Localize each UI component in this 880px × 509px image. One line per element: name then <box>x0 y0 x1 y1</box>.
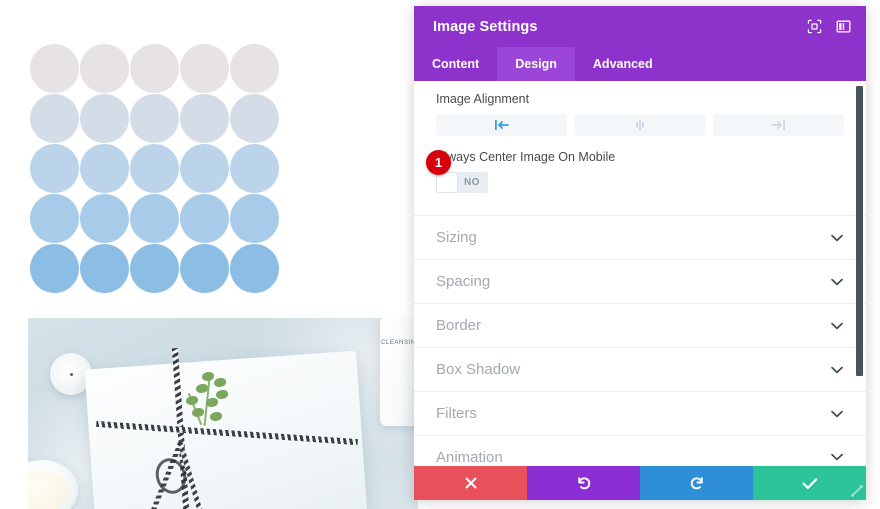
dot-circle <box>230 44 279 93</box>
dot-circle <box>30 144 79 193</box>
accordion-box-shadow-label: Box Shadow <box>436 361 521 378</box>
dot-circle <box>230 194 279 243</box>
undo-button[interactable] <box>527 466 640 500</box>
dot-circle <box>130 44 179 93</box>
dot-circle <box>30 94 79 143</box>
chevron-down-icon <box>830 450 844 464</box>
dot-circle <box>180 94 229 143</box>
accordion-spacing-label: Spacing <box>436 273 491 290</box>
scrollbar-thumb[interactable] <box>856 86 863 376</box>
dot-circle <box>80 194 129 243</box>
undo-icon <box>577 477 590 490</box>
align-right-icon <box>771 120 786 130</box>
redo-icon <box>690 477 703 490</box>
dot-circle <box>180 144 229 193</box>
align-left-button[interactable] <box>436 114 568 136</box>
dot-circle <box>230 94 279 143</box>
close-icon <box>465 477 476 489</box>
accordion-animation[interactable]: Animation <box>414 435 866 466</box>
align-left-icon <box>494 120 509 130</box>
dot-circle <box>30 194 79 243</box>
screen: CLEANSING Image Settings Content Design … <box>0 0 880 509</box>
tab-content[interactable]: Content <box>414 47 497 81</box>
dot-circle <box>30 244 79 293</box>
settings-accordion-list: Sizing Spacing Border Box Shadow Filters… <box>414 215 866 466</box>
dot-circle <box>230 144 279 193</box>
toggle-knob <box>437 173 457 192</box>
align-center-button[interactable] <box>574 114 706 136</box>
dot-circle <box>80 244 129 293</box>
page-title: Image Settings <box>433 18 538 35</box>
settings-scroll-area: Image Alignment Always Center Image On M… <box>414 81 866 466</box>
dot-circle <box>80 94 129 143</box>
herb-sprig <box>176 370 240 432</box>
dot-circle <box>80 44 129 93</box>
dot-circle <box>230 244 279 293</box>
modal-header: Image Settings <box>414 6 866 47</box>
focus-target-icon[interactable] <box>806 18 823 35</box>
dot-circle <box>180 194 229 243</box>
cancel-button[interactable] <box>414 466 527 500</box>
modal-body: Image Alignment Always Center Image On M… <box>414 81 866 466</box>
accordion-sizing[interactable]: Sizing <box>414 215 866 259</box>
toggle-value: NO <box>464 177 480 188</box>
dot-circle <box>130 244 179 293</box>
chevron-down-icon <box>830 231 844 245</box>
always-center-mobile-row: NO <box>436 172 844 193</box>
accordion-spacing[interactable]: Spacing <box>414 259 866 303</box>
dot-circle <box>180 44 229 93</box>
chevron-down-icon <box>830 363 844 377</box>
accordion-filters-label: Filters <box>436 405 477 422</box>
align-right-button[interactable] <box>712 114 844 136</box>
tab-advanced[interactable]: Advanced <box>575 47 671 81</box>
dot-circle <box>130 94 179 143</box>
bottle-label-text: CLEANSING <box>380 340 418 346</box>
dot-circle <box>130 144 179 193</box>
product-photo: CLEANSING <box>28 318 418 509</box>
cleansing-bottle: CLEANSING <box>380 318 418 426</box>
image-alignment-options <box>436 114 844 136</box>
resize-diagonal-icon <box>851 485 863 497</box>
modal-tab-bar: Content Design Advanced <box>414 47 866 81</box>
dot-circle <box>180 244 229 293</box>
modal-footer <box>414 466 866 500</box>
settings-scrollbar[interactable] <box>856 81 863 466</box>
dot-circle <box>80 144 129 193</box>
always-center-mobile-field: Always Center Image On Mobile NO 1 <box>414 136 866 193</box>
accordion-box-shadow[interactable]: Box Shadow <box>414 347 866 391</box>
accordion-border-label: Border <box>436 317 482 334</box>
tab-design[interactable]: Design <box>497 47 575 81</box>
image-alignment-field: Image Alignment <box>414 81 866 136</box>
image-alignment-label: Image Alignment <box>436 92 530 106</box>
chevron-down-icon <box>830 275 844 289</box>
accordion-sizing-label: Sizing <box>436 229 477 246</box>
resize-handle[interactable] <box>844 478 866 500</box>
redo-button[interactable] <box>640 466 753 500</box>
accordion-animation-label: Animation <box>436 448 503 466</box>
image-settings-modal: Image Settings Content Design Advanced I… <box>414 6 866 500</box>
layout-columns-icon[interactable] <box>835 18 852 35</box>
dot-circle <box>30 44 79 93</box>
step-badge-1: 1 <box>426 150 451 175</box>
always-center-mobile-label: Always Center Image On Mobile <box>436 150 616 164</box>
align-center-icon <box>635 120 645 130</box>
chevron-down-icon <box>830 407 844 421</box>
always-center-mobile-toggle[interactable]: NO <box>436 172 488 193</box>
dot-grid-graphic <box>30 44 279 293</box>
accordion-filters[interactable]: Filters <box>414 391 866 435</box>
dot-circle <box>130 194 179 243</box>
checkmark-icon <box>802 477 817 489</box>
accordion-border[interactable]: Border <box>414 303 866 347</box>
chevron-down-icon <box>830 319 844 333</box>
